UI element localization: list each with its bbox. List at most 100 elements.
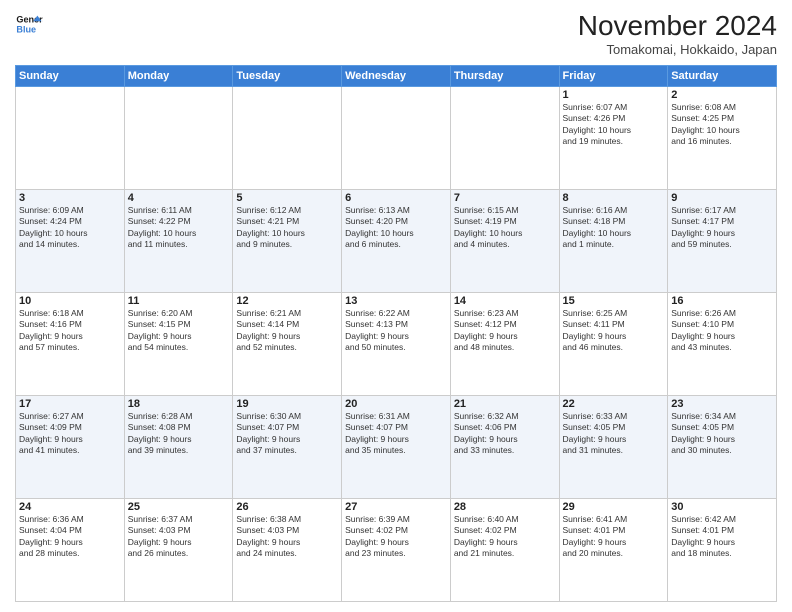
table-row: 21Sunrise: 6:32 AM Sunset: 4:06 PM Dayli… bbox=[450, 396, 559, 499]
day-info: Sunrise: 6:16 AM Sunset: 4:18 PM Dayligh… bbox=[563, 205, 665, 251]
day-number: 26 bbox=[236, 501, 338, 513]
day-number: 10 bbox=[19, 295, 121, 307]
table-row: 27Sunrise: 6:39 AM Sunset: 4:02 PM Dayli… bbox=[342, 499, 451, 602]
day-number: 25 bbox=[128, 501, 230, 513]
table-row: 6Sunrise: 6:13 AM Sunset: 4:20 PM Daylig… bbox=[342, 190, 451, 293]
day-info: Sunrise: 6:42 AM Sunset: 4:01 PM Dayligh… bbox=[671, 514, 773, 560]
day-number: 17 bbox=[19, 398, 121, 410]
calendar-header-row: Sunday Monday Tuesday Wednesday Thursday… bbox=[16, 66, 777, 87]
table-row: 29Sunrise: 6:41 AM Sunset: 4:01 PM Dayli… bbox=[559, 499, 668, 602]
day-number: 24 bbox=[19, 501, 121, 513]
day-number: 21 bbox=[454, 398, 556, 410]
day-info: Sunrise: 6:09 AM Sunset: 4:24 PM Dayligh… bbox=[19, 205, 121, 251]
table-row: 26Sunrise: 6:38 AM Sunset: 4:03 PM Dayli… bbox=[233, 499, 342, 602]
day-info: Sunrise: 6:21 AM Sunset: 4:14 PM Dayligh… bbox=[236, 308, 338, 354]
day-number: 7 bbox=[454, 192, 556, 204]
day-number: 6 bbox=[345, 192, 447, 204]
day-info: Sunrise: 6:37 AM Sunset: 4:03 PM Dayligh… bbox=[128, 514, 230, 560]
table-row: 22Sunrise: 6:33 AM Sunset: 4:05 PM Dayli… bbox=[559, 396, 668, 499]
day-number: 23 bbox=[671, 398, 773, 410]
day-info: Sunrise: 6:18 AM Sunset: 4:16 PM Dayligh… bbox=[19, 308, 121, 354]
table-row: 1Sunrise: 6:07 AM Sunset: 4:26 PM Daylig… bbox=[559, 87, 668, 190]
table-row bbox=[16, 87, 125, 190]
table-row: 5Sunrise: 6:12 AM Sunset: 4:21 PM Daylig… bbox=[233, 190, 342, 293]
table-row: 12Sunrise: 6:21 AM Sunset: 4:14 PM Dayli… bbox=[233, 293, 342, 396]
col-thursday: Thursday bbox=[450, 66, 559, 87]
month-title: November 2024 bbox=[578, 10, 777, 42]
logo: General Blue bbox=[15, 10, 43, 38]
day-number: 18 bbox=[128, 398, 230, 410]
table-row: 23Sunrise: 6:34 AM Sunset: 4:05 PM Dayli… bbox=[668, 396, 777, 499]
table-row bbox=[124, 87, 233, 190]
col-monday: Monday bbox=[124, 66, 233, 87]
calendar-week-4: 17Sunrise: 6:27 AM Sunset: 4:09 PM Dayli… bbox=[16, 396, 777, 499]
col-wednesday: Wednesday bbox=[342, 66, 451, 87]
day-info: Sunrise: 6:25 AM Sunset: 4:11 PM Dayligh… bbox=[563, 308, 665, 354]
day-number: 4 bbox=[128, 192, 230, 204]
day-info: Sunrise: 6:36 AM Sunset: 4:04 PM Dayligh… bbox=[19, 514, 121, 560]
svg-text:Blue: Blue bbox=[16, 24, 36, 34]
day-info: Sunrise: 6:30 AM Sunset: 4:07 PM Dayligh… bbox=[236, 411, 338, 457]
day-info: Sunrise: 6:13 AM Sunset: 4:20 PM Dayligh… bbox=[345, 205, 447, 251]
header: General Blue November 2024 Tomakomai, Ho… bbox=[15, 10, 777, 57]
calendar-table: Sunday Monday Tuesday Wednesday Thursday… bbox=[15, 65, 777, 602]
day-info: Sunrise: 6:15 AM Sunset: 4:19 PM Dayligh… bbox=[454, 205, 556, 251]
table-row: 17Sunrise: 6:27 AM Sunset: 4:09 PM Dayli… bbox=[16, 396, 125, 499]
col-saturday: Saturday bbox=[668, 66, 777, 87]
day-number: 30 bbox=[671, 501, 773, 513]
table-row bbox=[450, 87, 559, 190]
day-info: Sunrise: 6:41 AM Sunset: 4:01 PM Dayligh… bbox=[563, 514, 665, 560]
day-info: Sunrise: 6:40 AM Sunset: 4:02 PM Dayligh… bbox=[454, 514, 556, 560]
table-row: 2Sunrise: 6:08 AM Sunset: 4:25 PM Daylig… bbox=[668, 87, 777, 190]
calendar-week-3: 10Sunrise: 6:18 AM Sunset: 4:16 PM Dayli… bbox=[16, 293, 777, 396]
table-row: 20Sunrise: 6:31 AM Sunset: 4:07 PM Dayli… bbox=[342, 396, 451, 499]
page: General Blue November 2024 Tomakomai, Ho… bbox=[0, 0, 792, 612]
day-info: Sunrise: 6:27 AM Sunset: 4:09 PM Dayligh… bbox=[19, 411, 121, 457]
day-info: Sunrise: 6:17 AM Sunset: 4:17 PM Dayligh… bbox=[671, 205, 773, 251]
table-row: 13Sunrise: 6:22 AM Sunset: 4:13 PM Dayli… bbox=[342, 293, 451, 396]
table-row: 18Sunrise: 6:28 AM Sunset: 4:08 PM Dayli… bbox=[124, 396, 233, 499]
day-info: Sunrise: 6:07 AM Sunset: 4:26 PM Dayligh… bbox=[563, 102, 665, 148]
table-row: 10Sunrise: 6:18 AM Sunset: 4:16 PM Dayli… bbox=[16, 293, 125, 396]
day-info: Sunrise: 6:12 AM Sunset: 4:21 PM Dayligh… bbox=[236, 205, 338, 251]
day-info: Sunrise: 6:20 AM Sunset: 4:15 PM Dayligh… bbox=[128, 308, 230, 354]
table-row: 25Sunrise: 6:37 AM Sunset: 4:03 PM Dayli… bbox=[124, 499, 233, 602]
table-row bbox=[233, 87, 342, 190]
day-number: 22 bbox=[563, 398, 665, 410]
calendar-week-1: 1Sunrise: 6:07 AM Sunset: 4:26 PM Daylig… bbox=[16, 87, 777, 190]
day-info: Sunrise: 6:38 AM Sunset: 4:03 PM Dayligh… bbox=[236, 514, 338, 560]
day-number: 1 bbox=[563, 89, 665, 101]
table-row: 28Sunrise: 6:40 AM Sunset: 4:02 PM Dayli… bbox=[450, 499, 559, 602]
day-info: Sunrise: 6:22 AM Sunset: 4:13 PM Dayligh… bbox=[345, 308, 447, 354]
day-info: Sunrise: 6:23 AM Sunset: 4:12 PM Dayligh… bbox=[454, 308, 556, 354]
calendar-week-2: 3Sunrise: 6:09 AM Sunset: 4:24 PM Daylig… bbox=[16, 190, 777, 293]
col-friday: Friday bbox=[559, 66, 668, 87]
location: Tomakomai, Hokkaido, Japan bbox=[578, 42, 777, 57]
table-row: 24Sunrise: 6:36 AM Sunset: 4:04 PM Dayli… bbox=[16, 499, 125, 602]
table-row: 3Sunrise: 6:09 AM Sunset: 4:24 PM Daylig… bbox=[16, 190, 125, 293]
day-number: 5 bbox=[236, 192, 338, 204]
table-row: 14Sunrise: 6:23 AM Sunset: 4:12 PM Dayli… bbox=[450, 293, 559, 396]
day-info: Sunrise: 6:28 AM Sunset: 4:08 PM Dayligh… bbox=[128, 411, 230, 457]
day-number: 20 bbox=[345, 398, 447, 410]
table-row: 9Sunrise: 6:17 AM Sunset: 4:17 PM Daylig… bbox=[668, 190, 777, 293]
day-number: 8 bbox=[563, 192, 665, 204]
day-number: 9 bbox=[671, 192, 773, 204]
table-row: 4Sunrise: 6:11 AM Sunset: 4:22 PM Daylig… bbox=[124, 190, 233, 293]
day-info: Sunrise: 6:39 AM Sunset: 4:02 PM Dayligh… bbox=[345, 514, 447, 560]
table-row: 11Sunrise: 6:20 AM Sunset: 4:15 PM Dayli… bbox=[124, 293, 233, 396]
day-number: 13 bbox=[345, 295, 447, 307]
col-sunday: Sunday bbox=[16, 66, 125, 87]
day-number: 29 bbox=[563, 501, 665, 513]
table-row: 16Sunrise: 6:26 AM Sunset: 4:10 PM Dayli… bbox=[668, 293, 777, 396]
day-number: 19 bbox=[236, 398, 338, 410]
day-info: Sunrise: 6:32 AM Sunset: 4:06 PM Dayligh… bbox=[454, 411, 556, 457]
day-number: 2 bbox=[671, 89, 773, 101]
calendar-week-5: 24Sunrise: 6:36 AM Sunset: 4:04 PM Dayli… bbox=[16, 499, 777, 602]
day-info: Sunrise: 6:34 AM Sunset: 4:05 PM Dayligh… bbox=[671, 411, 773, 457]
day-info: Sunrise: 6:08 AM Sunset: 4:25 PM Dayligh… bbox=[671, 102, 773, 148]
logo-icon: General Blue bbox=[15, 10, 43, 38]
day-number: 15 bbox=[563, 295, 665, 307]
day-number: 14 bbox=[454, 295, 556, 307]
day-number: 28 bbox=[454, 501, 556, 513]
